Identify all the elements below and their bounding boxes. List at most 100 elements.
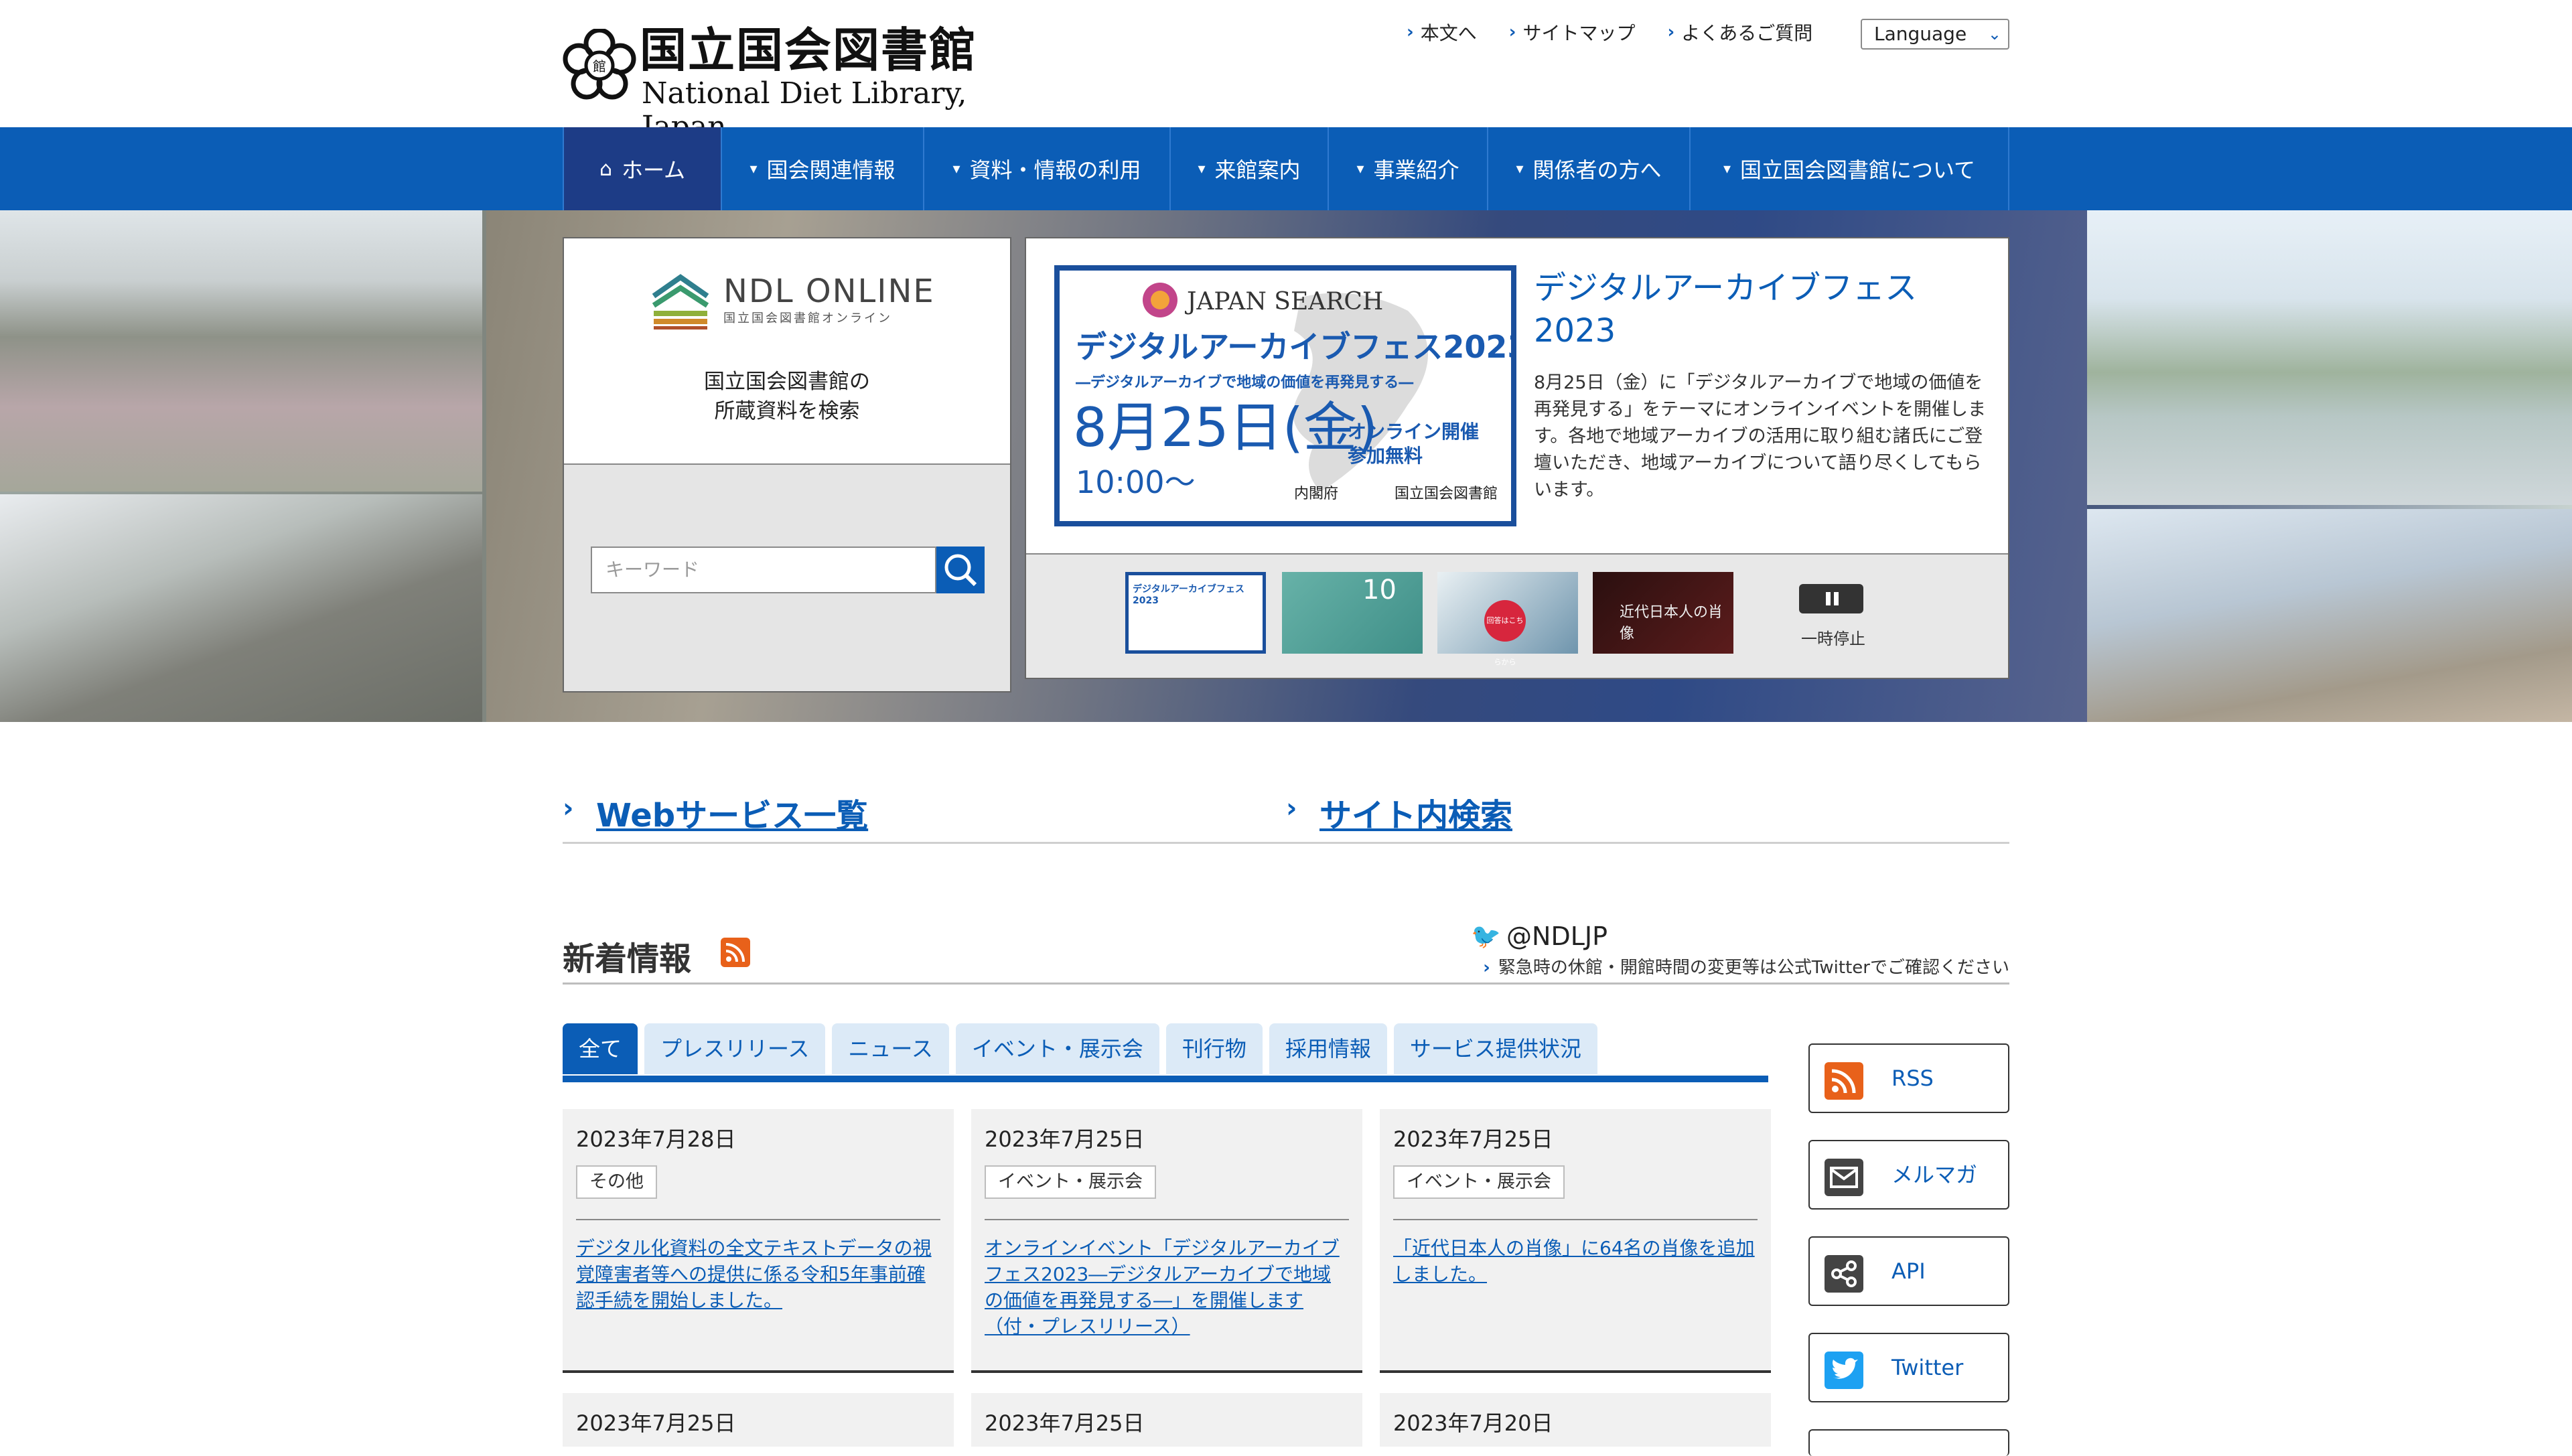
news-link[interactable]: 「近代日本人の肖像」に64名の肖像を追加しました。 [1393, 1235, 1758, 1287]
news-date: 2023年7月25日 [1393, 1126, 1553, 1152]
nav-projects[interactable]: ▾ 事業紹介 [1329, 127, 1488, 210]
twitter-notice-link[interactable]: › 緊急時の休館・開館時間の変更等は公式Twitterでご確認ください [1483, 954, 2009, 978]
web-services-link[interactable]: Webサービス一覧 [596, 789, 868, 836]
tab-press-release[interactable]: プレスリリース [644, 1023, 826, 1074]
chevron-right-icon: › [1508, 22, 1516, 42]
news-card: 2023年7月20日 [1380, 1393, 1771, 1447]
featured-description: 8月25日（金）に「デジタルアーカイブで地域の価値を再発見する」をテーマにオンラ… [1534, 372, 1986, 500]
utility-links: › 本文へ › サイトマップ › よくあるご質問 [1407, 19, 1845, 46]
banner-org-cabinet: 内閣府 [1294, 486, 1338, 502]
news-date: 2023年7月28日 [576, 1126, 736, 1152]
pause-label: 一時停止 [1801, 630, 1865, 648]
ndl-online-search-panel: NDL ONLINE 国立国会図書館オンライン 国立国会図書館の 所蔵資料を検索… [563, 237, 1011, 693]
divider [1393, 1219, 1758, 1220]
twitter-handle-link[interactable]: 🐦 @NDLJP [1471, 922, 1608, 951]
featured-title[interactable]: デジタルアーカイブフェス2023 [1534, 267, 1989, 352]
twitter-button[interactable]: Twitter [1808, 1333, 2009, 1402]
news-link[interactable]: デジタル化資料の全文テキストデータの視覚障害者等への提供に係る令和5年事前確認手… [576, 1235, 940, 1313]
news-date: 2023年7月25日 [985, 1126, 1145, 1152]
banner-subtitle: ―デジタルアーカイブで地域の価値を再発見する― [1076, 374, 1413, 391]
nav-about[interactable]: ▾ 国立国会図書館について [1691, 127, 2009, 210]
thumbnail-survey[interactable]: 回答はこちらから [1437, 572, 1578, 666]
home-icon: ⌂ [599, 157, 612, 181]
chevron-right-icon: › [1667, 22, 1675, 42]
tab-service-status[interactable]: サービス提供状況 [1393, 1023, 1597, 1074]
nav-materials[interactable]: ▾ 資料・情報の利用 [924, 127, 1171, 210]
skip-to-content-link[interactable]: › 本文へ [1407, 19, 1477, 46]
sitemap-link[interactable]: › サイトマップ [1509, 19, 1636, 46]
ndl-online-logo: NDL ONLINE 国立国会図書館オンライン [650, 271, 935, 330]
nav-visit[interactable]: ▾ 来館案内 [1171, 127, 1329, 210]
nav-home[interactable]: ⌂ ホーム [564, 127, 722, 210]
chevron-down-icon: ▾ [1198, 160, 1206, 177]
chevron-down-icon: ▾ [1723, 160, 1731, 177]
site-header: 館 国立国会図書館 National Diet Library, Japan ›… [0, 0, 2572, 144]
banner-online: オンライン開催 [1348, 421, 1479, 443]
news-card: 2023年7月25日 [563, 1393, 954, 1447]
rss-button[interactable]: RSS [1808, 1043, 2009, 1113]
share-nodes-icon [1825, 1255, 1863, 1293]
news-card: 2023年7月25日 イベント・展示会 「近代日本人の肖像」に64名の肖像を追加… [1380, 1109, 1771, 1373]
global-nav: ⌂ ホーム ▾ 国会関連情報 ▾ 資料・情報の利用 ▾ 来館案内 ▾ 事業紹介 ▾ 関係者… [0, 127, 2572, 210]
keyword-search-input[interactable]: キーワード [591, 547, 936, 593]
more-side-button[interactable] [1808, 1429, 2009, 1456]
faq-link[interactable]: › よくあるご質問 [1667, 19, 1812, 46]
twitter-bird-icon: 🐦 [1471, 923, 1502, 950]
library-building-photo [0, 210, 482, 492]
logo-japanese: 国立国会図書館 [640, 22, 977, 78]
news-header: 新着情報 🐦 @NDLJP › 緊急時の休館・開館時間の変更等は公式Twitter… [563, 922, 2009, 985]
chevron-right-icon: › [1483, 958, 1490, 978]
nav-stakeholders[interactable]: ▾ 関係者の方へ [1488, 127, 1691, 210]
twitter-icon [1825, 1352, 1863, 1389]
news-date: 2023年7月25日 [985, 1410, 1145, 1436]
news-category-badge: イベント・展示会 [985, 1165, 1156, 1199]
ndl-online-link[interactable]: NDL ONLINE 国立国会図書館オンライン 国立国会図書館の 所蔵資料を検索 [564, 238, 1010, 465]
banner-free: 参加無料 [1348, 445, 1423, 467]
ndl-online-description: 国立国会図書館の 所蔵資料を検索 [704, 370, 870, 423]
chevron-down-icon: ▾ [1356, 160, 1364, 177]
language-select[interactable]: Language ⌄ [1861, 19, 2009, 50]
tab-events[interactable]: イベント・展示会 [955, 1023, 1159, 1074]
thumbnail-digital-archive-fes[interactable]: デジタルアーカイブフェス2023 [1125, 572, 1266, 654]
nav-diet-info[interactable]: ▾ 国会関連情報 [722, 127, 924, 210]
banner-date: 8月25日(金) [1073, 396, 1378, 459]
news-card: 2023年7月25日 [971, 1393, 1362, 1447]
banner-org-ndl: 国立国会図書館 [1395, 486, 1498, 502]
chevron-down-icon: ▾ [1516, 160, 1524, 177]
tab-publications[interactable]: 刊行物 [1165, 1023, 1263, 1074]
tab-recruitment[interactable]: 採用情報 [1269, 1023, 1387, 1074]
site-logo[interactable]: 館 国立国会図書館 National Diet Library, Japan [563, 22, 1052, 144]
chevron-down-icon: ▾ [749, 160, 758, 177]
rss-icon [1825, 1062, 1863, 1100]
site-search-link[interactable]: サイト内検索 [1319, 789, 1512, 836]
search-button[interactable] [936, 547, 985, 593]
divider [576, 1219, 940, 1220]
thumbnail-portraits[interactable]: 近代日本人の肖像 [1593, 572, 1733, 654]
reading-room-photo [2087, 509, 2572, 722]
banner-time: 10:00〜 [1076, 464, 1196, 500]
api-button[interactable]: API [1808, 1236, 2009, 1306]
carousel-pause-button[interactable] [1799, 584, 1863, 613]
featured-carousel: JAPAN SEARCH デジタルアーカイブフェス2023 ―デジタルアーカイブ… [1025, 237, 2009, 679]
news-card: 2023年7月28日 その他 デジタル化資料の全文テキストデータの視覚障害者等へ… [563, 1109, 954, 1373]
news-title: 新着情報 [563, 940, 692, 978]
news-category-badge: その他 [576, 1165, 657, 1199]
featured-banner-image[interactable]: JAPAN SEARCH デジタルアーカイブフェス2023 ―デジタルアーカイブ… [1054, 265, 1528, 526]
chevron-down-icon: ▾ [952, 160, 960, 177]
divider [985, 1219, 1349, 1220]
carousel-thumbnails: デジタルアーカイブフェス2023 10 回答はこちらから 近代日本人の肖像 一時… [1026, 553, 2008, 678]
digital-archive-fes-banner: JAPAN SEARCH デジタルアーカイブフェス2023 ―デジタルアーカイブ… [1060, 271, 1528, 521]
kansai-building-photo [2087, 210, 2572, 505]
tab-all[interactable]: 全て [563, 1023, 638, 1074]
news-card: 2023年7月25日 イベント・展示会 オンラインイベント「デジタルアーカイブフ… [971, 1109, 1362, 1373]
news-date: 2023年7月25日 [576, 1410, 736, 1436]
library-exterior-photo [0, 494, 482, 722]
thumbnail-10th-anniversary[interactable]: 10 [1282, 572, 1423, 654]
hero-banner: NDL ONLINE 国立国会図書館オンライン 国立国会図書館の 所蔵資料を検索… [0, 210, 2572, 722]
mail-magazine-button[interactable]: メルマガ [1808, 1140, 2009, 1210]
news-category-badge: イベント・展示会 [1393, 1165, 1565, 1199]
chevron-right-icon: › [1286, 793, 1297, 824]
rss-icon[interactable] [721, 938, 750, 967]
tab-news[interactable]: ニュース [832, 1023, 949, 1074]
news-link[interactable]: オンラインイベント「デジタルアーカイブフェス2023―デジタルアーカイブで地域の… [985, 1235, 1349, 1339]
